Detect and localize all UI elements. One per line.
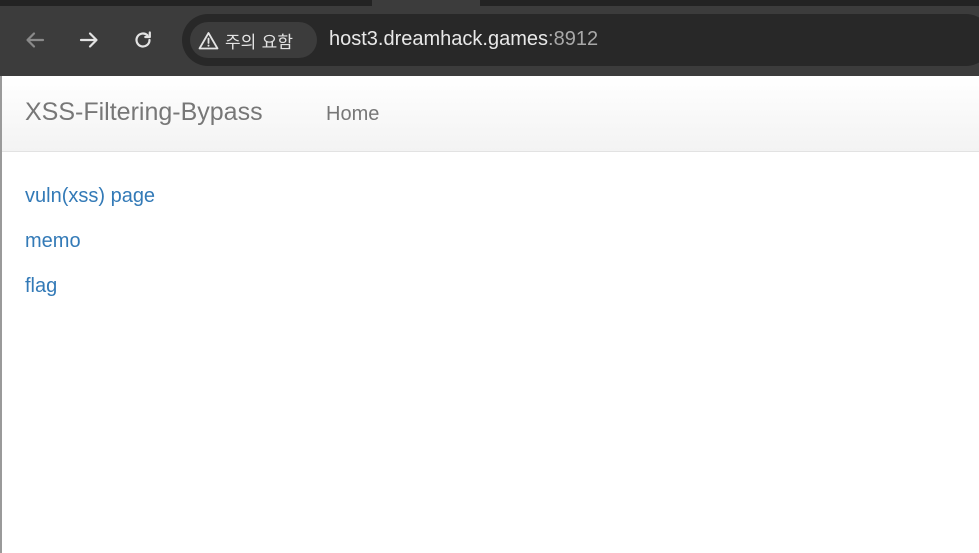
security-chip-label: 주의 요함 — [225, 32, 293, 53]
vuln-xss-page-link[interactable]: vuln(xss) page — [25, 183, 155, 228]
security-status-chip[interactable]: 주의 요함 — [190, 22, 317, 58]
tab-strip — [0, 0, 979, 6]
arrow-right-icon — [79, 32, 98, 48]
nav-item-home[interactable]: Home — [326, 103, 379, 126]
navbar-brand[interactable]: XSS-Filtering-Bypass — [25, 98, 263, 127]
browser-toolbar: 주의 요함 host3.dreamhack.games:8912 — [0, 0, 979, 76]
forward-button[interactable] — [71, 22, 107, 58]
reload-button[interactable] — [125, 22, 161, 58]
back-button[interactable] — [17, 22, 53, 58]
url-host: host3.dreamhack.games — [329, 28, 549, 50]
flag-link[interactable]: flag — [25, 273, 155, 318]
memo-link[interactable]: memo — [25, 228, 155, 273]
arrow-left-icon — [26, 32, 45, 48]
reload-icon — [135, 31, 151, 48]
link-list: vuln(xss) page memo flag — [25, 183, 155, 318]
url-port: :8912 — [548, 28, 599, 50]
site-navbar: XSS-Filtering-Bypass Home — [2, 76, 979, 152]
url-text[interactable]: host3.dreamhack.games:8912 — [329, 28, 598, 52]
warning-triangle-icon — [197, 29, 219, 51]
active-tab-edge — [372, 0, 480, 6]
